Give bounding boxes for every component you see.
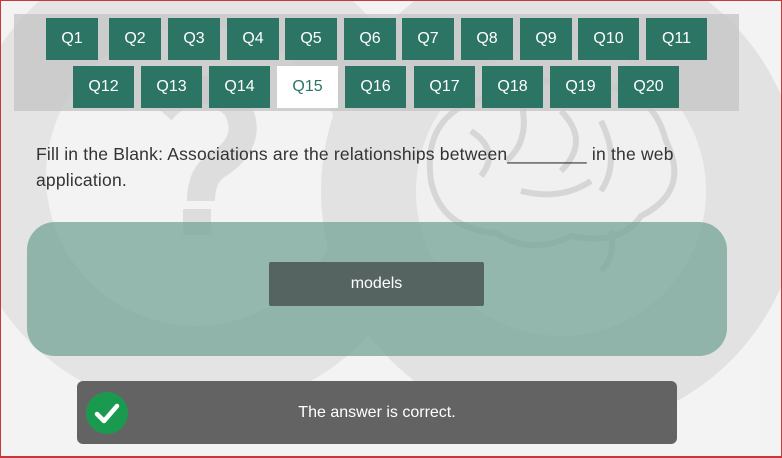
quiz-window: Q1 Q2 Q3 Q4 Q5 Q6 Q7 Q8 Q9 Q10 Q11 Q12 Q13 Q14 Q15 Q16 Q… — [0, 0, 782, 458]
question-button-q5[interactable]: Q5 — [285, 18, 337, 60]
result-banner: The answer is correct. — [77, 381, 677, 444]
question-button-q2[interactable]: Q2 — [109, 18, 161, 60]
answer-option-button[interactable]: models — [269, 262, 484, 306]
question-button-q17[interactable]: Q17 — [414, 66, 475, 108]
question-button-q15[interactable]: Q15 — [277, 66, 338, 108]
question-button-q13[interactable]: Q13 — [141, 66, 202, 108]
question-button-q20[interactable]: Q20 — [618, 66, 679, 108]
answer-panel: models — [27, 222, 727, 356]
question-button-q9[interactable]: Q9 — [520, 18, 572, 60]
question-button-q8[interactable]: Q8 — [461, 18, 513, 60]
question-button-q10[interactable]: Q10 — [578, 18, 639, 60]
question-button-q6[interactable]: Q6 — [344, 18, 396, 60]
question-navigator: Q1 Q2 Q3 Q4 Q5 Q6 Q7 Q8 Q9 Q10 Q11 Q12 Q13 Q14 Q15 Q16 Q… — [14, 14, 739, 111]
question-text: Fill in the Blank: Associations are the … — [36, 144, 674, 190]
question-button-q18[interactable]: Q18 — [482, 66, 543, 108]
question-button-q4[interactable]: Q4 — [227, 18, 279, 60]
question-button-q11[interactable]: Q11 — [646, 18, 707, 60]
question-button-q14[interactable]: Q14 — [209, 66, 270, 108]
result-message: The answer is correct. — [298, 404, 456, 421]
question-button-q19[interactable]: Q19 — [550, 66, 611, 108]
question-button-q16[interactable]: Q16 — [345, 66, 406, 108]
question-button-q3[interactable]: Q3 — [168, 18, 220, 60]
question-button-q12[interactable]: Q12 — [73, 66, 134, 108]
question-button-q1[interactable]: Q1 — [46, 18, 98, 60]
question-button-q7[interactable]: Q7 — [402, 18, 454, 60]
